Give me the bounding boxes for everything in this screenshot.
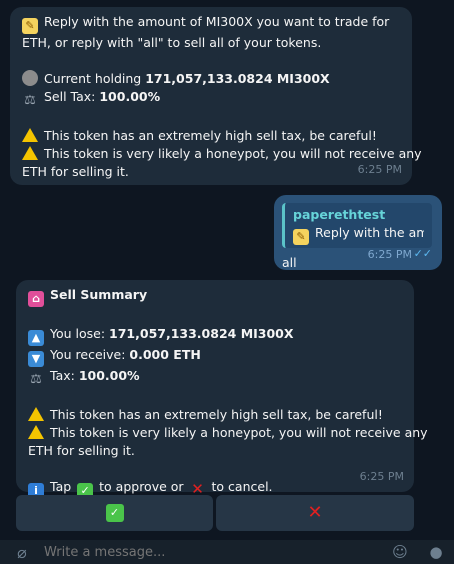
message-time: 6:25 PM (357, 163, 402, 176)
message-time: 6:25 PM (367, 248, 412, 261)
bot-message-sell-summary: ⌂ Sell Summary ▲ You lose: 171,057,133.082… (16, 280, 428, 499)
user-message-all: paperethtest ✎Reply with the am... all 6… (274, 195, 442, 270)
warning-icon (22, 128, 38, 142)
sell-tax-line: ⚖ Sell Tax: 100.00% (22, 88, 400, 109)
memo-icon: ✎ (22, 18, 38, 34)
warning-icon (22, 146, 38, 160)
message-line: ETH, or reply with "all" to sell all of … (22, 35, 322, 50)
reply-author: paperethtest (293, 207, 386, 222)
holding-line: Current holding 171,057,133.0824 MI300X (22, 70, 400, 88)
message-line: ETH for selling it. (28, 443, 135, 458)
warning-icon (28, 425, 44, 439)
message-composer: ⌀ ☺ ● (0, 540, 454, 564)
sell-tax-value: 100.00% (99, 89, 161, 104)
cross-mark-icon: ✕ (307, 502, 323, 523)
check-mark-icon: ✓ (105, 504, 124, 522)
lose-line: ▲ You lose: 171,057,133.0824 MI300X (28, 325, 402, 346)
warning-icon (28, 407, 44, 421)
receive-line: ▼ You receive: 0.000 ETH (28, 346, 402, 367)
warning-line: This token has an extremely high sell ta… (22, 127, 400, 145)
warning-line: This token is very likely a honeypot, yo… (28, 424, 428, 442)
approve-button[interactable]: ✓ (16, 495, 213, 531)
shopping-bags-icon: ⌂ (28, 291, 44, 307)
inbox-tray-icon: ▼ (28, 351, 44, 367)
warning-line: This token has an extremely high sell ta… (28, 406, 402, 424)
message-line: ✎ Reply with the amount of MI300X you wan… (22, 13, 400, 34)
memo-icon: ✎ (293, 229, 309, 245)
message-line: ETH for selling it. (22, 164, 129, 179)
reply-text: ✎Reply with the am... (293, 224, 424, 245)
double-check-icon: ✓✓ (413, 247, 432, 260)
summary-title: Sell Summary (50, 287, 148, 302)
tax-value: 100.00% (78, 368, 140, 383)
chat-area: ✎ Reply with the amount of MI300X you wan… (0, 0, 454, 540)
holding-value: 171,057,133.0824 MI300X (145, 71, 330, 86)
microphone-icon[interactable]: ● (418, 543, 454, 561)
receive-value: 0.000 ETH (129, 347, 201, 362)
paperclip-icon[interactable]: ⌀ (0, 543, 44, 562)
scale-icon: ⚖ (24, 93, 36, 108)
summary-title-line: ⌂ Sell Summary (28, 286, 402, 307)
warning-line: This token is very likely a honeypot, yo… (22, 145, 422, 163)
outbox-tray-icon: ▲ (28, 330, 44, 346)
coin-icon (22, 70, 38, 86)
message-input[interactable] (44, 544, 382, 560)
lose-value: 171,057,133.0824 MI300X (109, 326, 294, 341)
reply-preview[interactable]: paperethtest ✎Reply with the am... (282, 203, 432, 248)
tax-line: ⚖ Tax: 100.00% (28, 367, 402, 388)
emoji-icon[interactable]: ☺ (382, 543, 418, 561)
message-time: 6:25 PM (359, 470, 404, 483)
cancel-button[interactable]: ✕ (216, 495, 414, 531)
bot-message-trade-prompt: ✎ Reply with the amount of MI300X you wan… (10, 7, 422, 185)
scale-icon: ⚖ (30, 372, 42, 387)
